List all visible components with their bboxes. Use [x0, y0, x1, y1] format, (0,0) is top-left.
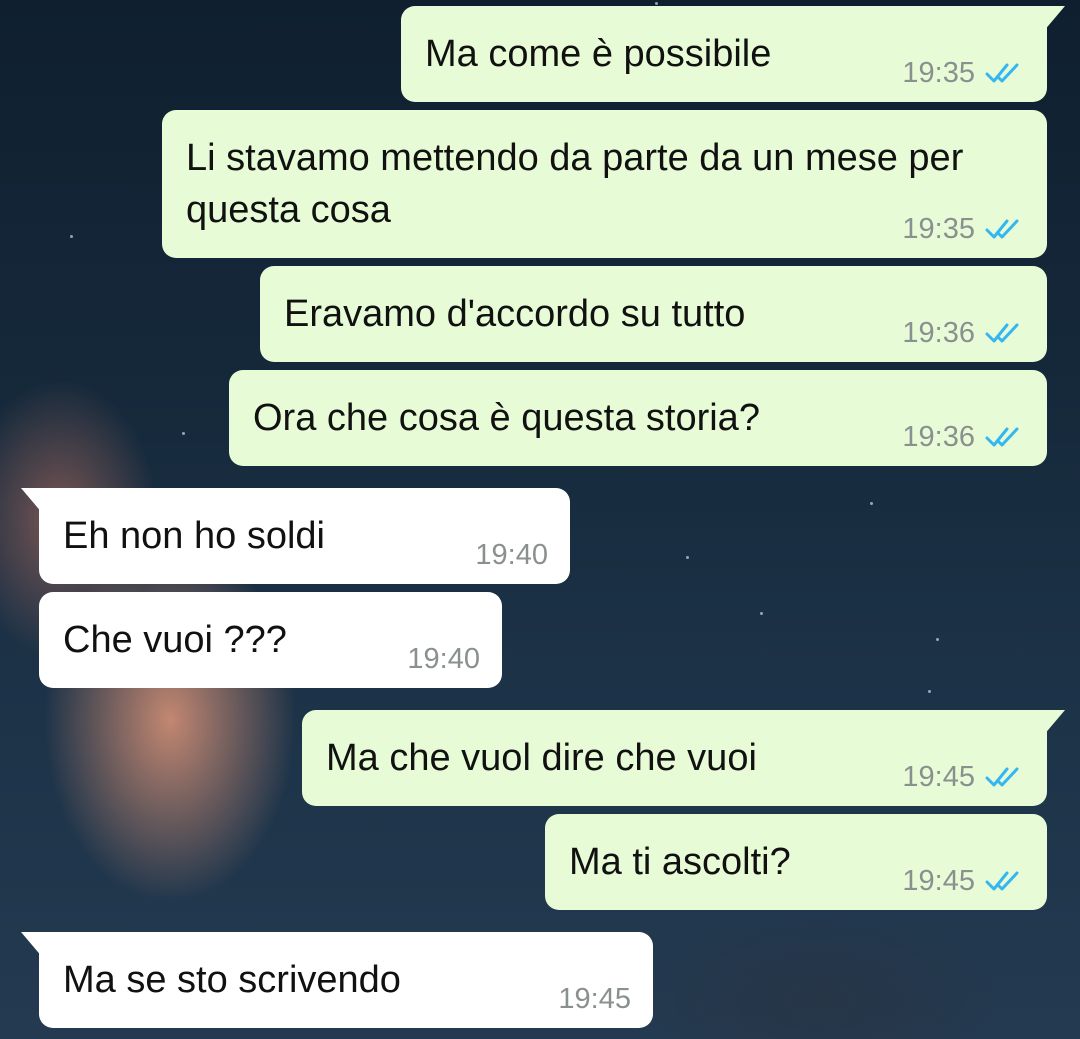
chat-area: Ma come è possibile 19:35 Li stavamo met…: [0, 0, 1080, 1039]
double-check-icon: [985, 427, 1019, 447]
message-meta: 19:45: [902, 866, 1025, 896]
background-star: [655, 2, 658, 5]
double-check-icon: [985, 323, 1019, 343]
bubble-tail: [21, 488, 43, 514]
message-time: 19:45: [558, 983, 631, 1015]
background-star: [936, 638, 939, 641]
background-star: [686, 556, 689, 559]
message-text: Li stavamo mettendo da parte da un mese …: [186, 137, 964, 231]
message-meta: 19:36: [902, 318, 1025, 348]
message-meta: 19:45: [902, 762, 1025, 792]
message-meta: 19:35: [902, 58, 1025, 88]
message-meta: 19:40: [407, 644, 480, 674]
bubble-tail: [21, 932, 43, 958]
double-check-icon: [985, 871, 1019, 891]
background-star: [70, 235, 73, 238]
message-time: 19:40: [475, 539, 548, 571]
message-time: 19:36: [902, 317, 975, 349]
double-check-icon: [985, 219, 1019, 239]
message-bubble-incoming[interactable]: Ma se sto scrivendo 19:45: [21, 932, 653, 1028]
message-time: 19:35: [902, 57, 975, 89]
message-bubble-outgoing[interactable]: Ma ti ascolti? 19:45: [545, 814, 1047, 910]
message-time: 19:45: [902, 761, 975, 793]
message-time: 19:40: [407, 643, 480, 675]
message-text: Eh non ho soldi: [63, 515, 325, 557]
message-time: 19:36: [902, 421, 975, 453]
message-meta: 19:40: [475, 540, 548, 570]
message-bubble-outgoing[interactable]: Ma come è possibile 19:35: [401, 6, 1065, 102]
message-bubble-outgoing[interactable]: Eravamo d'accordo su tutto 19:36: [260, 266, 1047, 362]
message-meta: 19:45: [558, 984, 631, 1014]
message-meta: 19:35: [902, 214, 1025, 244]
background-star: [760, 612, 763, 615]
message-text: Ma se sto scrivendo: [63, 959, 401, 1001]
message-meta: 19:36: [902, 422, 1025, 452]
message-bubble-incoming[interactable]: Che vuoi ??? 19:40: [39, 592, 502, 688]
bubble-tail: [1043, 710, 1065, 736]
background-star: [870, 502, 873, 505]
bubble-tail: [1043, 6, 1065, 32]
message-bubble-outgoing[interactable]: Ma che vuol dire che vuoi 19:45: [302, 710, 1065, 806]
message-time: 19:35: [902, 213, 975, 245]
double-check-icon: [985, 63, 1019, 83]
double-check-icon: [985, 767, 1019, 787]
message-time: 19:45: [902, 865, 975, 897]
background-star: [182, 432, 185, 435]
message-bubble-outgoing[interactable]: Li stavamo mettendo da parte da un mese …: [162, 110, 1047, 258]
message-bubble-incoming[interactable]: Eh non ho soldi 19:40: [21, 488, 570, 584]
message-bubble-outgoing[interactable]: Ora che cosa è questa storia? 19:36: [229, 370, 1047, 466]
background-star: [928, 690, 931, 693]
